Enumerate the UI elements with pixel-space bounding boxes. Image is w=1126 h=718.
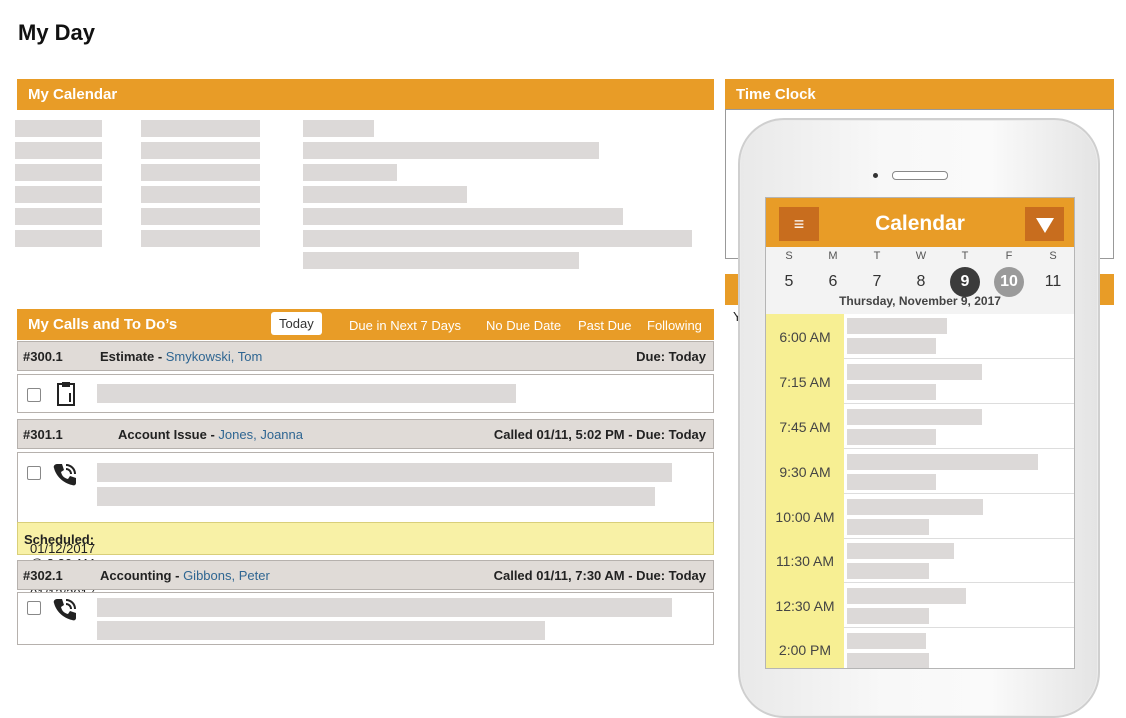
week-strip: S M T W T F S 5 6 7 8 9 10 11 Thursday, … (766, 247, 1074, 314)
scheduled-banner: Scheduled: 01/12/2017 @ 8:30 AM - 01/12/… (17, 522, 714, 616)
day-number[interactable]: 11 (1038, 267, 1068, 297)
day-number-today[interactable]: 9 (950, 267, 980, 297)
time-clock-title: Time Clock (736, 86, 816, 103)
task-number: #302.1 (23, 568, 63, 583)
task-number: #300.1 (23, 349, 63, 364)
tab-today[interactable]: Today (271, 312, 322, 335)
contact-link[interactable]: Smykowski, Tom (166, 349, 263, 364)
task-title: Estimate - Smykowski, Tom (100, 349, 263, 364)
phone-speaker (892, 171, 948, 180)
tab-past-due[interactable]: Past Due (578, 318, 631, 333)
task-row-body (17, 374, 714, 413)
phone-icon (53, 464, 76, 486)
task-checkbox[interactable] (27, 388, 41, 402)
day-number[interactable]: 6 (818, 267, 848, 297)
contact-link[interactable]: Jones, Joanna (218, 427, 303, 442)
task-title: Accounting - Gibbons, Peter (100, 568, 270, 583)
task-status: Called 01/11, 7:30 AM - Due: Today (493, 568, 706, 583)
mobile-calendar-header: ≡ Calendar (766, 198, 1074, 247)
time-clock-header: Time Clock (725, 79, 1114, 110)
time-slot-label: 6:00 AM (779, 329, 831, 345)
task-row-body (17, 452, 714, 523)
task-status: Called 01/11, 5:02 PM - Due: Today (493, 427, 706, 442)
weekday-label: W (915, 250, 927, 262)
time-slot-label: 10:00 AM (775, 509, 835, 525)
contact-link[interactable]: Gibbons, Peter (183, 568, 270, 583)
time-slot-label: 7:45 AM (779, 419, 831, 435)
task-row-body (17, 592, 714, 645)
task-status: Due: Today (636, 349, 706, 364)
day-number[interactable]: 8 (906, 267, 936, 297)
task-row-header[interactable]: #301.1 Account Issue - Jones, Joanna Cal… (17, 419, 714, 449)
tab-following[interactable]: Following (647, 318, 702, 333)
weekday-label: S (1049, 250, 1057, 262)
phone-screen: ≡ Calendar S M T W T F S 5 6 7 8 9 10 11… (765, 197, 1075, 669)
time-slot-label: 12:30 AM (775, 598, 835, 614)
day-number[interactable]: 7 (862, 267, 892, 297)
day-number[interactable]: 5 (774, 267, 804, 297)
task-row-header[interactable]: #302.1 Accounting - Gibbons, Peter Calle… (17, 560, 714, 590)
calls-panel-title: My Calls and To Do’s (28, 316, 178, 333)
weekday-label: M (828, 250, 838, 262)
clipboard-icon (57, 382, 75, 406)
time-slot-label: 7:15 AM (779, 374, 831, 390)
day-number-selected[interactable]: 10 (994, 267, 1024, 297)
task-title: Account Issue - Jones, Joanna (118, 427, 303, 442)
weekday-label: T (873, 250, 881, 262)
weekday-label: S (785, 250, 793, 262)
dropdown-arrow-icon[interactable] (1025, 207, 1064, 241)
my-calendar-header: My Calendar (17, 79, 714, 110)
tab-no-due-date[interactable]: No Due Date (486, 318, 561, 333)
my-calendar-title: My Calendar (28, 86, 118, 103)
time-slot-label: 9:30 AM (779, 464, 831, 480)
weekday-label: F (1005, 250, 1013, 262)
selected-date-label: Thursday, November 9, 2017 (839, 294, 1001, 308)
tab-next-7-days[interactable]: Due in Next 7 Days (349, 318, 461, 333)
task-row-header[interactable]: #300.1 Estimate - Smykowski, Tom Due: To… (17, 341, 714, 371)
phone-camera (873, 173, 878, 178)
phone-icon (53, 599, 76, 621)
time-slot-label: 11:30 AM (775, 553, 835, 569)
task-number: #301.1 (23, 427, 63, 442)
page-title: My Day (18, 20, 96, 45)
time-slot-label: 2:00 PM (778, 642, 832, 658)
weekday-label: T (961, 250, 969, 262)
task-checkbox[interactable] (27, 601, 41, 615)
time-column (766, 314, 844, 668)
task-checkbox[interactable] (27, 466, 41, 480)
